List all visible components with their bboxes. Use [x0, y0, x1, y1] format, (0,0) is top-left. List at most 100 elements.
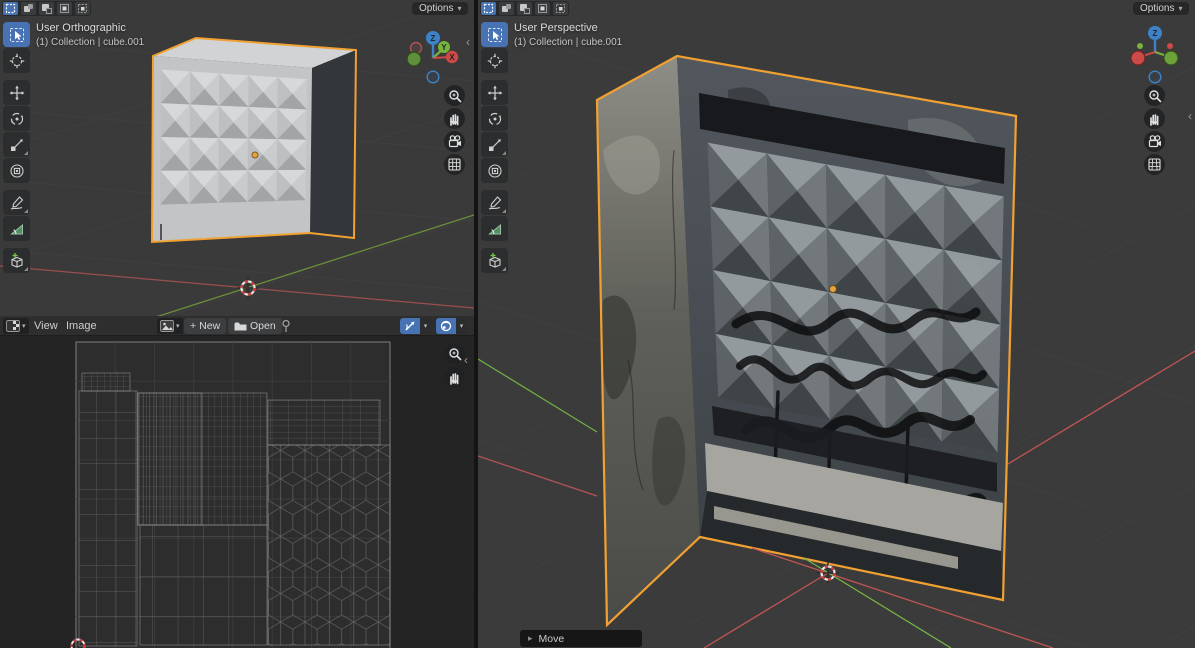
select-mode-extend[interactable] [499, 2, 514, 15]
select-mode-invert[interactable] [535, 2, 550, 15]
scale-icon [487, 137, 503, 153]
transform-tool[interactable] [481, 158, 508, 183]
view-mode-label: User Orthographic [36, 22, 144, 34]
cube-object-textured[interactable] [597, 56, 1016, 625]
transform-tool[interactable] [3, 158, 30, 183]
chevron-down-icon: ▾ [1178, 5, 1182, 13]
cursor-3d [237, 277, 259, 299]
uv-zoom-button[interactable] [444, 343, 465, 364]
scale-tool[interactable] [481, 132, 508, 157]
y-axis-line [478, 359, 597, 432]
select-mode-subtract[interactable] [39, 2, 54, 15]
annotate-tool[interactable] [481, 190, 508, 215]
move-tool[interactable] [3, 80, 30, 105]
gizmo-axis-neg-y[interactable] [407, 52, 421, 66]
collapse-sidebar-arrow[interactable]: ‹ [464, 354, 468, 366]
scale-tool[interactable] [3, 132, 30, 157]
navigation-gizmo[interactable]: Z Y X [403, 25, 463, 89]
svg-text:Y: Y [441, 43, 447, 52]
display-channels-button[interactable]: ▾ [436, 318, 467, 334]
gizmo-axis-neg-z[interactable] [427, 71, 439, 83]
select-mode-subtract[interactable] [517, 2, 532, 15]
cursor-3d-icon [9, 53, 25, 69]
uv-pan-button[interactable] [444, 367, 465, 388]
move-tool[interactable] [481, 80, 508, 105]
collapse-sidebar-arrow[interactable]: ‹ [1188, 110, 1192, 122]
cursor-tool[interactable] [3, 48, 30, 73]
measure-tool[interactable] [481, 216, 508, 241]
rotate-tool[interactable] [481, 106, 508, 131]
gizmo-axis-x[interactable] [1131, 51, 1145, 65]
camera-view-button[interactable] [1144, 131, 1165, 152]
annotate-icon [9, 195, 25, 211]
uv-islands[interactable] [79, 373, 390, 646]
submenu-indicator [502, 151, 506, 155]
annotate-tool[interactable] [3, 190, 30, 215]
cube-object-solid[interactable] [152, 38, 356, 242]
pan-button[interactable] [1144, 108, 1165, 129]
select-box-tool[interactable] [3, 22, 30, 47]
collapse-sidebar-arrow[interactable]: ‹ [466, 36, 470, 48]
open-image-button[interactable]: Open [228, 318, 282, 334]
add-cube-tool[interactable] [481, 248, 508, 273]
operator-panel-move[interactable]: ▸ Move [520, 630, 642, 647]
uv-tool-button[interactable]: ▾ [400, 318, 431, 334]
x-axis-line [998, 351, 1195, 470]
hand-icon [448, 371, 461, 385]
navigation-gizmo[interactable]: Z [1125, 22, 1185, 84]
options-button[interactable]: Options ▾ [1133, 2, 1189, 15]
zoom-button[interactable] [444, 85, 465, 106]
viewport-perspective[interactable]: User Perspective (1) Collection | cube.0… [478, 0, 1195, 648]
editor-type-button[interactable]: ▾ [3, 318, 29, 334]
magnifier-icon [1148, 89, 1162, 103]
pan-button[interactable] [444, 108, 465, 129]
select-mode-intersect[interactable] [75, 2, 90, 15]
rotate-icon [487, 111, 503, 127]
perspective-grid-button[interactable] [1144, 154, 1165, 175]
select-mode-intersect[interactable] [553, 2, 568, 15]
image-editor-icon [6, 320, 20, 332]
menu-view[interactable]: View [30, 318, 62, 334]
toolbar [481, 22, 508, 274]
viewport-orthographic[interactable]: User Orthographic (1) Collection | cube.… [0, 0, 474, 316]
select-box-tool[interactable] [481, 22, 508, 47]
chevron-down-icon[interactable]: ▾ [456, 318, 467, 334]
menu-image[interactable]: Image [62, 318, 101, 334]
chevron-down-icon[interactable]: ▾ [420, 318, 431, 334]
select-mode-new[interactable] [481, 2, 496, 15]
select-mode-invert[interactable] [57, 2, 72, 15]
gizmo-axis-y[interactable] [1164, 51, 1178, 65]
new-image-button[interactable]: + New [184, 318, 226, 334]
pin-icon[interactable] [280, 318, 292, 334]
select-mode-new[interactable] [3, 2, 18, 15]
cursor-tool[interactable] [481, 48, 508, 73]
zoom-button[interactable] [1144, 85, 1165, 106]
scene-perspective [478, 0, 1195, 648]
camera-icon [1148, 135, 1162, 148]
transform-icon [9, 163, 25, 179]
uv-canvas [0, 336, 474, 648]
transform-icon [487, 163, 503, 179]
image-browse-button[interactable]: ▾ [157, 318, 183, 334]
rotate-tool[interactable] [3, 106, 30, 131]
submenu-indicator [502, 267, 506, 271]
measure-tool[interactable] [3, 216, 30, 241]
select-mode-extend[interactable] [21, 2, 36, 15]
panel-expand-arrow[interactable]: ▸ [528, 633, 533, 644]
add-cube-tool[interactable] [3, 248, 30, 273]
viewport-info: User Perspective (1) Collection | cube.0… [514, 22, 622, 48]
gizmo-axis-neg-z[interactable] [1149, 71, 1161, 83]
hand-icon [448, 112, 461, 126]
x-axis-line [0, 266, 474, 308]
options-button[interactable]: Options ▾ [412, 2, 468, 15]
ortho-grid-button[interactable] [444, 154, 465, 175]
uv-image-editor[interactable]: ▾ View Image ▾ + New Open [0, 316, 474, 648]
measure-icon [9, 221, 25, 237]
select-mode-strip [480, 1, 569, 16]
submenu-indicator [24, 151, 28, 155]
annotate-icon [487, 195, 503, 211]
plus-icon: + [190, 320, 196, 332]
camera-view-button[interactable] [444, 131, 465, 152]
context-label: (1) Collection | cube.001 [36, 37, 144, 48]
scale-icon [9, 137, 25, 153]
